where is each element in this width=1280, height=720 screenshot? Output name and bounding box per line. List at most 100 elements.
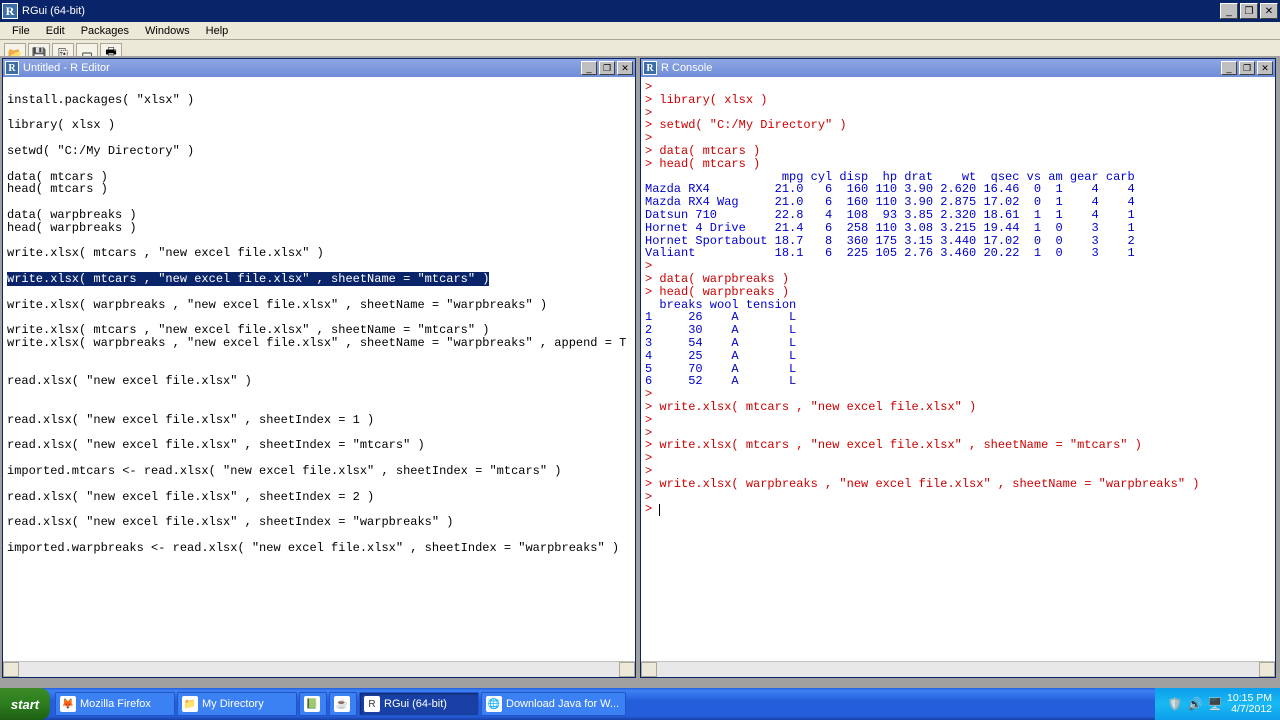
- editor-line[interactable]: write.xlsx( mtcars , "new excel file.xls…: [7, 273, 633, 286]
- task-icon: 📗: [304, 696, 320, 712]
- editor-line[interactable]: [7, 478, 633, 491]
- console-input-line[interactable]: >: [645, 503, 1273, 516]
- console-line: >: [645, 414, 1273, 427]
- tray-shield-icon[interactable]: 🛡️: [1167, 696, 1183, 712]
- console-title: R Console: [661, 62, 1219, 74]
- task-icon: 🦊: [60, 696, 76, 712]
- editor-line[interactable]: write.xlsx( mtcars , "new excel file.xls…: [7, 247, 633, 260]
- taskbar-button[interactable]: 📁 My Directory: [177, 692, 297, 716]
- editor-line[interactable]: read.xlsx( "new excel file.xlsx" , sheet…: [7, 491, 633, 504]
- console-line: > setwd( "C:/My Directory" ): [645, 119, 1273, 132]
- editor-close-button[interactable]: ✕: [617, 61, 633, 75]
- editor-line[interactable]: setwd( "C:/My Directory" ): [7, 145, 633, 158]
- menu-file[interactable]: File: [4, 23, 38, 39]
- console-line: 3 54 A L: [645, 337, 1273, 350]
- console-line: > data( warpbreaks ): [645, 273, 1273, 286]
- console-line: > data( mtcars ): [645, 145, 1273, 158]
- editor-line[interactable]: [7, 529, 633, 542]
- console-line: > head( mtcars ): [645, 158, 1273, 171]
- menu-edit[interactable]: Edit: [38, 23, 73, 39]
- menu-windows[interactable]: Windows: [137, 23, 198, 39]
- editor-line[interactable]: [7, 350, 633, 363]
- editor-minimize-button[interactable]: _: [581, 61, 597, 75]
- editor-line[interactable]: [7, 401, 633, 414]
- editor-line[interactable]: read.xlsx( "new excel file.xlsx" , sheet…: [7, 439, 633, 452]
- console-line: >: [645, 465, 1273, 478]
- editor-line[interactable]: [7, 452, 633, 465]
- editor-line[interactable]: head( warpbreaks ): [7, 222, 633, 235]
- console-line: > write.xlsx( warpbreaks , "new excel fi…: [645, 478, 1273, 491]
- editor-maximize-button[interactable]: ❐: [599, 61, 615, 75]
- tray-network-icon[interactable]: 🖥️: [1207, 696, 1223, 712]
- console-close-button[interactable]: ✕: [1257, 61, 1273, 75]
- task-label: My Directory: [202, 698, 264, 710]
- editor-line[interactable]: install.packages( "xlsx" ): [7, 94, 633, 107]
- console-line: >: [645, 452, 1273, 465]
- editor-line[interactable]: [7, 388, 633, 401]
- console-line: >: [645, 388, 1273, 401]
- app-icon: R: [2, 3, 18, 19]
- console-horizontal-scrollbar[interactable]: [641, 661, 1275, 677]
- editor-line[interactable]: read.xlsx( "new excel file.xlsx" , sheet…: [7, 516, 633, 529]
- editor-line[interactable]: [7, 81, 633, 94]
- console-line: > library( xlsx ): [645, 94, 1273, 107]
- menubar: File Edit Packages Windows Help: [0, 22, 1280, 40]
- editor-line[interactable]: write.xlsx( warpbreaks , "new excel file…: [7, 299, 633, 312]
- task-label: Download Java for W...: [506, 698, 619, 710]
- editor-line[interactable]: [7, 158, 633, 171]
- mdi-workspace: R Untitled - R Editor _ ❐ ✕ install.pack…: [0, 56, 1280, 688]
- editor-line[interactable]: imported.mtcars <- read.xlsx( "new excel…: [7, 465, 633, 478]
- console-line: 4 25 A L: [645, 350, 1273, 363]
- taskbar-clock[interactable]: 10:15 PM 4/7/2012: [1227, 693, 1272, 715]
- r-icon: R: [5, 61, 19, 75]
- task-icon: 🌐: [486, 696, 502, 712]
- console-line: Hornet 4 Drive 21.4 6 258 110 3.08 3.215…: [645, 222, 1273, 235]
- console-window: R R Console _ ❐ ✕ > > library( xlsx )> >…: [640, 58, 1276, 678]
- clock-date: 4/7/2012: [1227, 704, 1272, 715]
- r-icon: R: [643, 61, 657, 75]
- console-line: > write.xlsx( mtcars , "new excel file.x…: [645, 439, 1273, 452]
- taskbar-button[interactable]: ☕: [329, 692, 357, 716]
- console-maximize-button[interactable]: ❐: [1239, 61, 1255, 75]
- editor-line[interactable]: library( xlsx ): [7, 119, 633, 132]
- editor-title: Untitled - R Editor: [23, 62, 579, 74]
- taskbar-button[interactable]: 📗: [299, 692, 327, 716]
- taskbar-button[interactable]: R RGui (64-bit): [359, 692, 479, 716]
- maximize-button[interactable]: ❐: [1240, 3, 1258, 19]
- console-line: Datsun 710 22.8 4 108 93 3.85 2.320 18.6…: [645, 209, 1273, 222]
- minimize-button[interactable]: _: [1220, 3, 1238, 19]
- task-icon: R: [364, 696, 380, 712]
- editor-line[interactable]: read.xlsx( "new excel file.xlsx" ): [7, 375, 633, 388]
- editor-horizontal-scrollbar[interactable]: [3, 661, 635, 677]
- task-icon: 📁: [182, 696, 198, 712]
- editor-line[interactable]: head( mtcars ): [7, 183, 633, 196]
- editor-line[interactable]: write.xlsx( warpbreaks , "new excel file…: [7, 337, 633, 350]
- start-button[interactable]: start: [0, 688, 50, 720]
- console-minimize-button[interactable]: _: [1221, 61, 1237, 75]
- console-textarea[interactable]: > > library( xlsx )> > setwd( "C:/My Dir…: [641, 77, 1275, 661]
- task-label: Mozilla Firefox: [80, 698, 151, 710]
- editor-textarea[interactable]: install.packages( "xlsx" ) library( xlsx…: [3, 77, 635, 661]
- editor-line[interactable]: imported.warpbreaks <- read.xlsx( "new e…: [7, 542, 633, 555]
- editor-line[interactable]: read.xlsx( "new excel file.xlsx" , sheet…: [7, 414, 633, 427]
- editor-line[interactable]: data( warpbreaks ): [7, 209, 633, 222]
- editor-line[interactable]: [7, 286, 633, 299]
- console-line: >: [645, 491, 1273, 504]
- app-titlebar: R RGui (64-bit) _ ❐ ✕: [0, 0, 1280, 22]
- console-line: 6 52 A L: [645, 375, 1273, 388]
- app-title: RGui (64-bit): [22, 5, 1218, 17]
- taskbar-button[interactable]: 🦊 Mozilla Firefox: [55, 692, 175, 716]
- console-line: Valiant 18.1 6 225 105 2.76 3.460 20.22 …: [645, 247, 1273, 260]
- taskbar-button[interactable]: 🌐 Download Java for W...: [481, 692, 626, 716]
- editor-titlebar[interactable]: R Untitled - R Editor _ ❐ ✕: [3, 59, 635, 77]
- task-icon: ☕: [334, 696, 350, 712]
- taskbar: start 🦊 Mozilla Firefox 📁 My Directory 📗 ☕ R RG…: [0, 688, 1280, 720]
- console-titlebar[interactable]: R R Console _ ❐ ✕: [641, 59, 1275, 77]
- console-line: > head( warpbreaks ): [645, 286, 1273, 299]
- task-label: RGui (64-bit): [384, 698, 447, 710]
- close-button[interactable]: ✕: [1260, 3, 1278, 19]
- console-line: >: [645, 81, 1273, 94]
- tray-volume-icon[interactable]: 🔊: [1187, 696, 1203, 712]
- menu-packages[interactable]: Packages: [73, 23, 137, 39]
- menu-help[interactable]: Help: [198, 23, 237, 39]
